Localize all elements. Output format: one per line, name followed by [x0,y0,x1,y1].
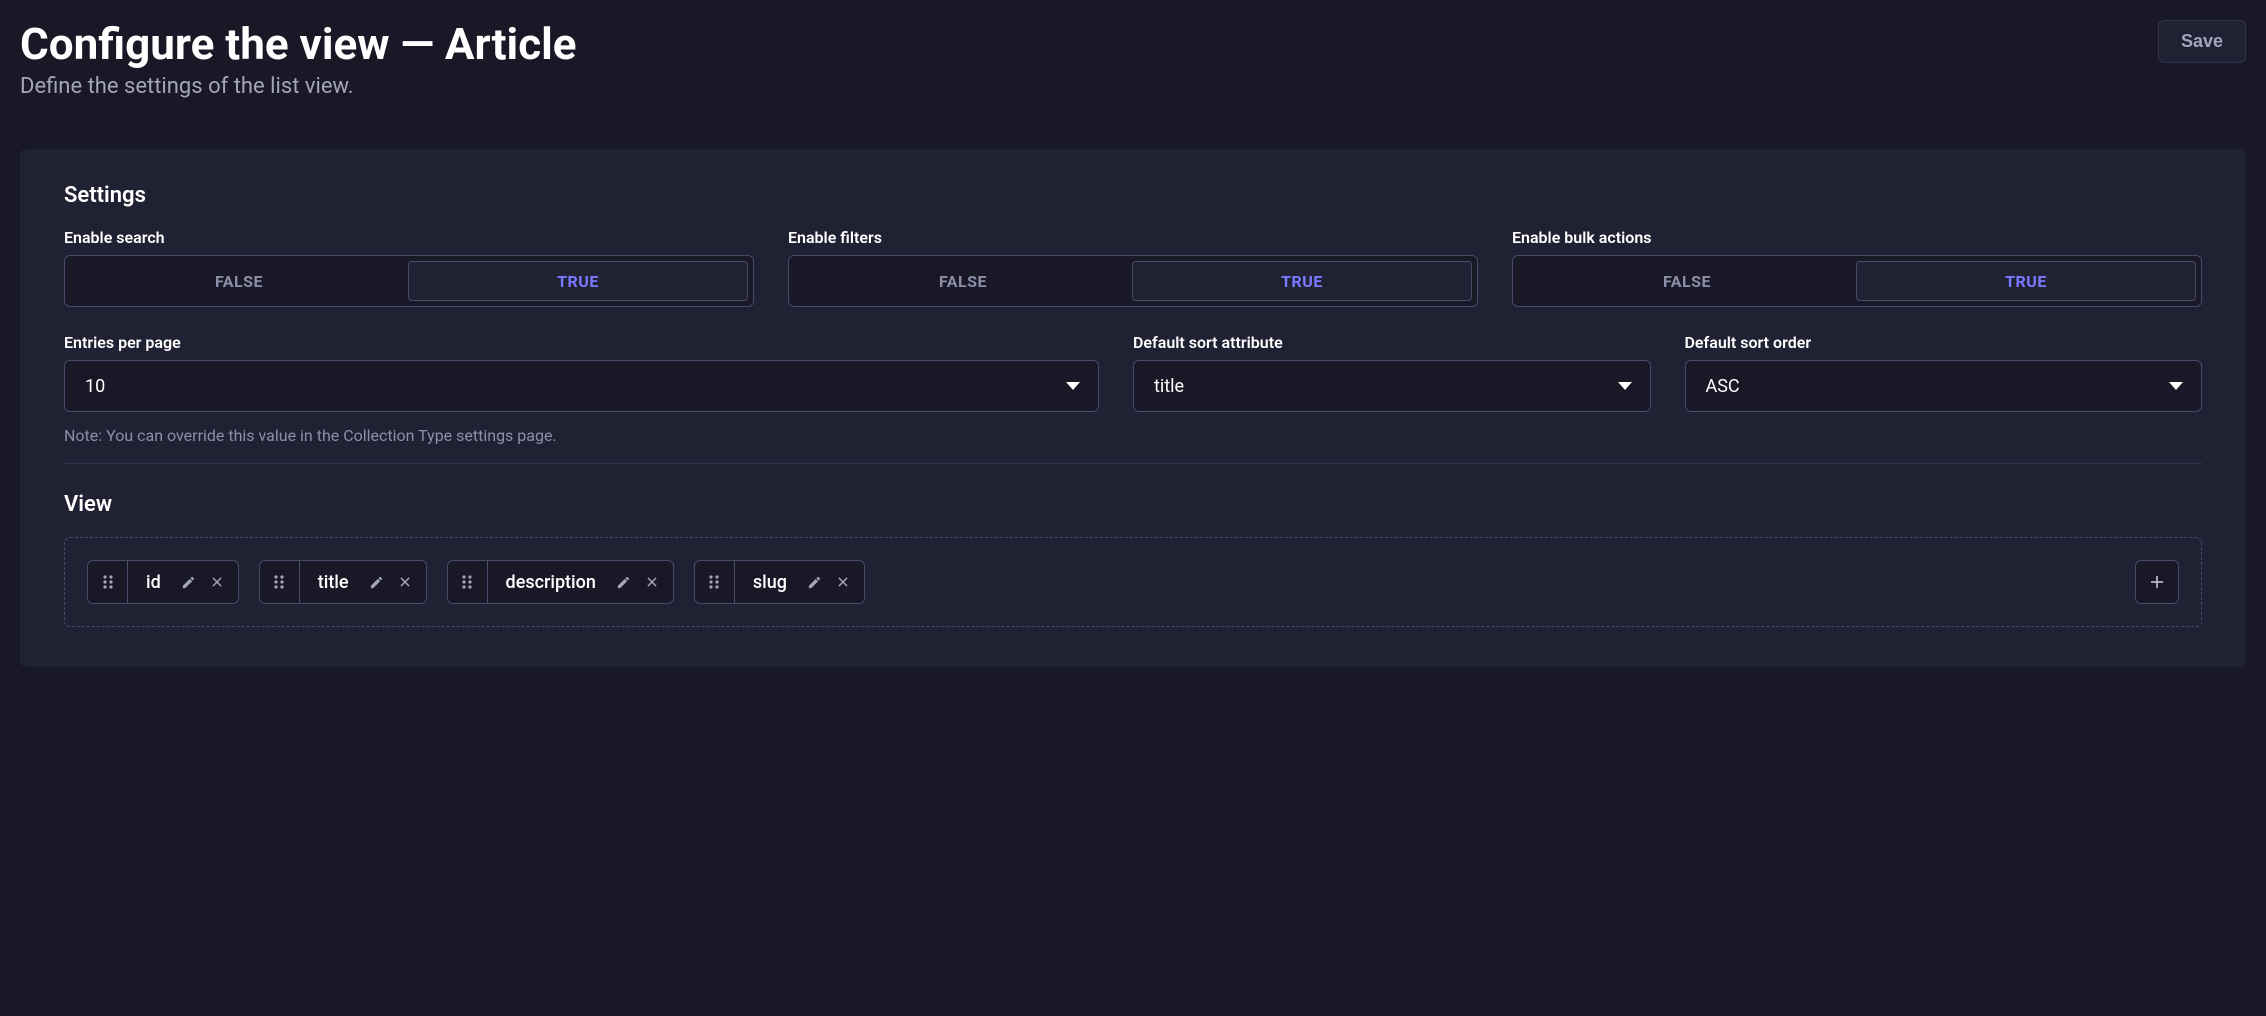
drag-handle-icon[interactable] [448,561,488,603]
enable-filters-toggle[interactable]: FALSE TRUE [788,255,1478,307]
caret-down-icon [1618,382,1632,390]
enable-bulk-false[interactable]: FALSE [1518,261,1856,301]
pencil-icon[interactable] [181,575,196,590]
drag-handle-icon[interactable] [695,561,735,603]
add-field-button[interactable] [2135,560,2179,604]
default-sort-order-label: Default sort order [1685,333,2203,352]
enable-filters-false[interactable]: FALSE [794,261,1132,301]
enable-bulk-toggle[interactable]: FALSE TRUE [1512,255,2202,307]
default-sort-attribute-value: title [1154,376,1184,397]
view-heading: View [64,492,2202,517]
enable-bulk-label: Enable bulk actions [1512,228,2202,247]
field-chip-label: description [488,572,614,593]
settings-heading: Settings [64,183,2202,208]
enable-filters-label: Enable filters [788,228,1478,247]
drag-handle-icon[interactable] [88,561,128,603]
pencil-icon[interactable] [807,575,822,590]
field-chip-slug: slug [694,560,865,604]
enable-search-label: Enable search [64,228,754,247]
close-icon[interactable] [210,575,224,589]
save-button[interactable]: Save [2158,20,2246,63]
pencil-icon[interactable] [616,575,631,590]
enable-search-true[interactable]: TRUE [408,261,748,301]
page-subtitle: Define the settings of the list view. [20,74,577,99]
pencil-icon[interactable] [369,575,384,590]
drag-handle-icon[interactable] [260,561,300,603]
divider [64,463,2202,464]
entries-per-page-label: Entries per page [64,333,1099,352]
page-title: Configure the view — Article [20,20,577,68]
default-sort-attribute-label: Default sort attribute [1133,333,1651,352]
default-sort-order-select[interactable]: ASC [1685,360,2203,412]
entries-per-page-note: Note: You can override this value in the… [64,426,1099,445]
field-chip-title: title [259,560,427,604]
entries-per-page-select[interactable]: 10 [64,360,1099,412]
field-chip-label: slug [735,572,805,593]
enable-bulk-true[interactable]: TRUE [1856,261,2196,301]
close-icon[interactable] [398,575,412,589]
field-chip-id: id [87,560,239,604]
settings-panel: Settings Enable search FALSE TRUE Enable… [20,149,2246,667]
enable-filters-true[interactable]: TRUE [1132,261,1472,301]
enable-search-false[interactable]: FALSE [70,261,408,301]
caret-down-icon [2169,382,2183,390]
enable-search-toggle[interactable]: FALSE TRUE [64,255,754,307]
default-sort-attribute-select[interactable]: title [1133,360,1651,412]
field-chip-label: id [128,572,179,593]
default-sort-order-value: ASC [1706,376,1740,397]
close-icon[interactable] [836,575,850,589]
plus-icon [2148,573,2166,591]
caret-down-icon [1066,382,1080,390]
view-fields-area: id title [64,537,2202,627]
field-chip-label: title [300,572,367,593]
field-chip-description: description [447,560,674,604]
close-icon[interactable] [645,575,659,589]
entries-per-page-value: 10 [85,376,105,397]
